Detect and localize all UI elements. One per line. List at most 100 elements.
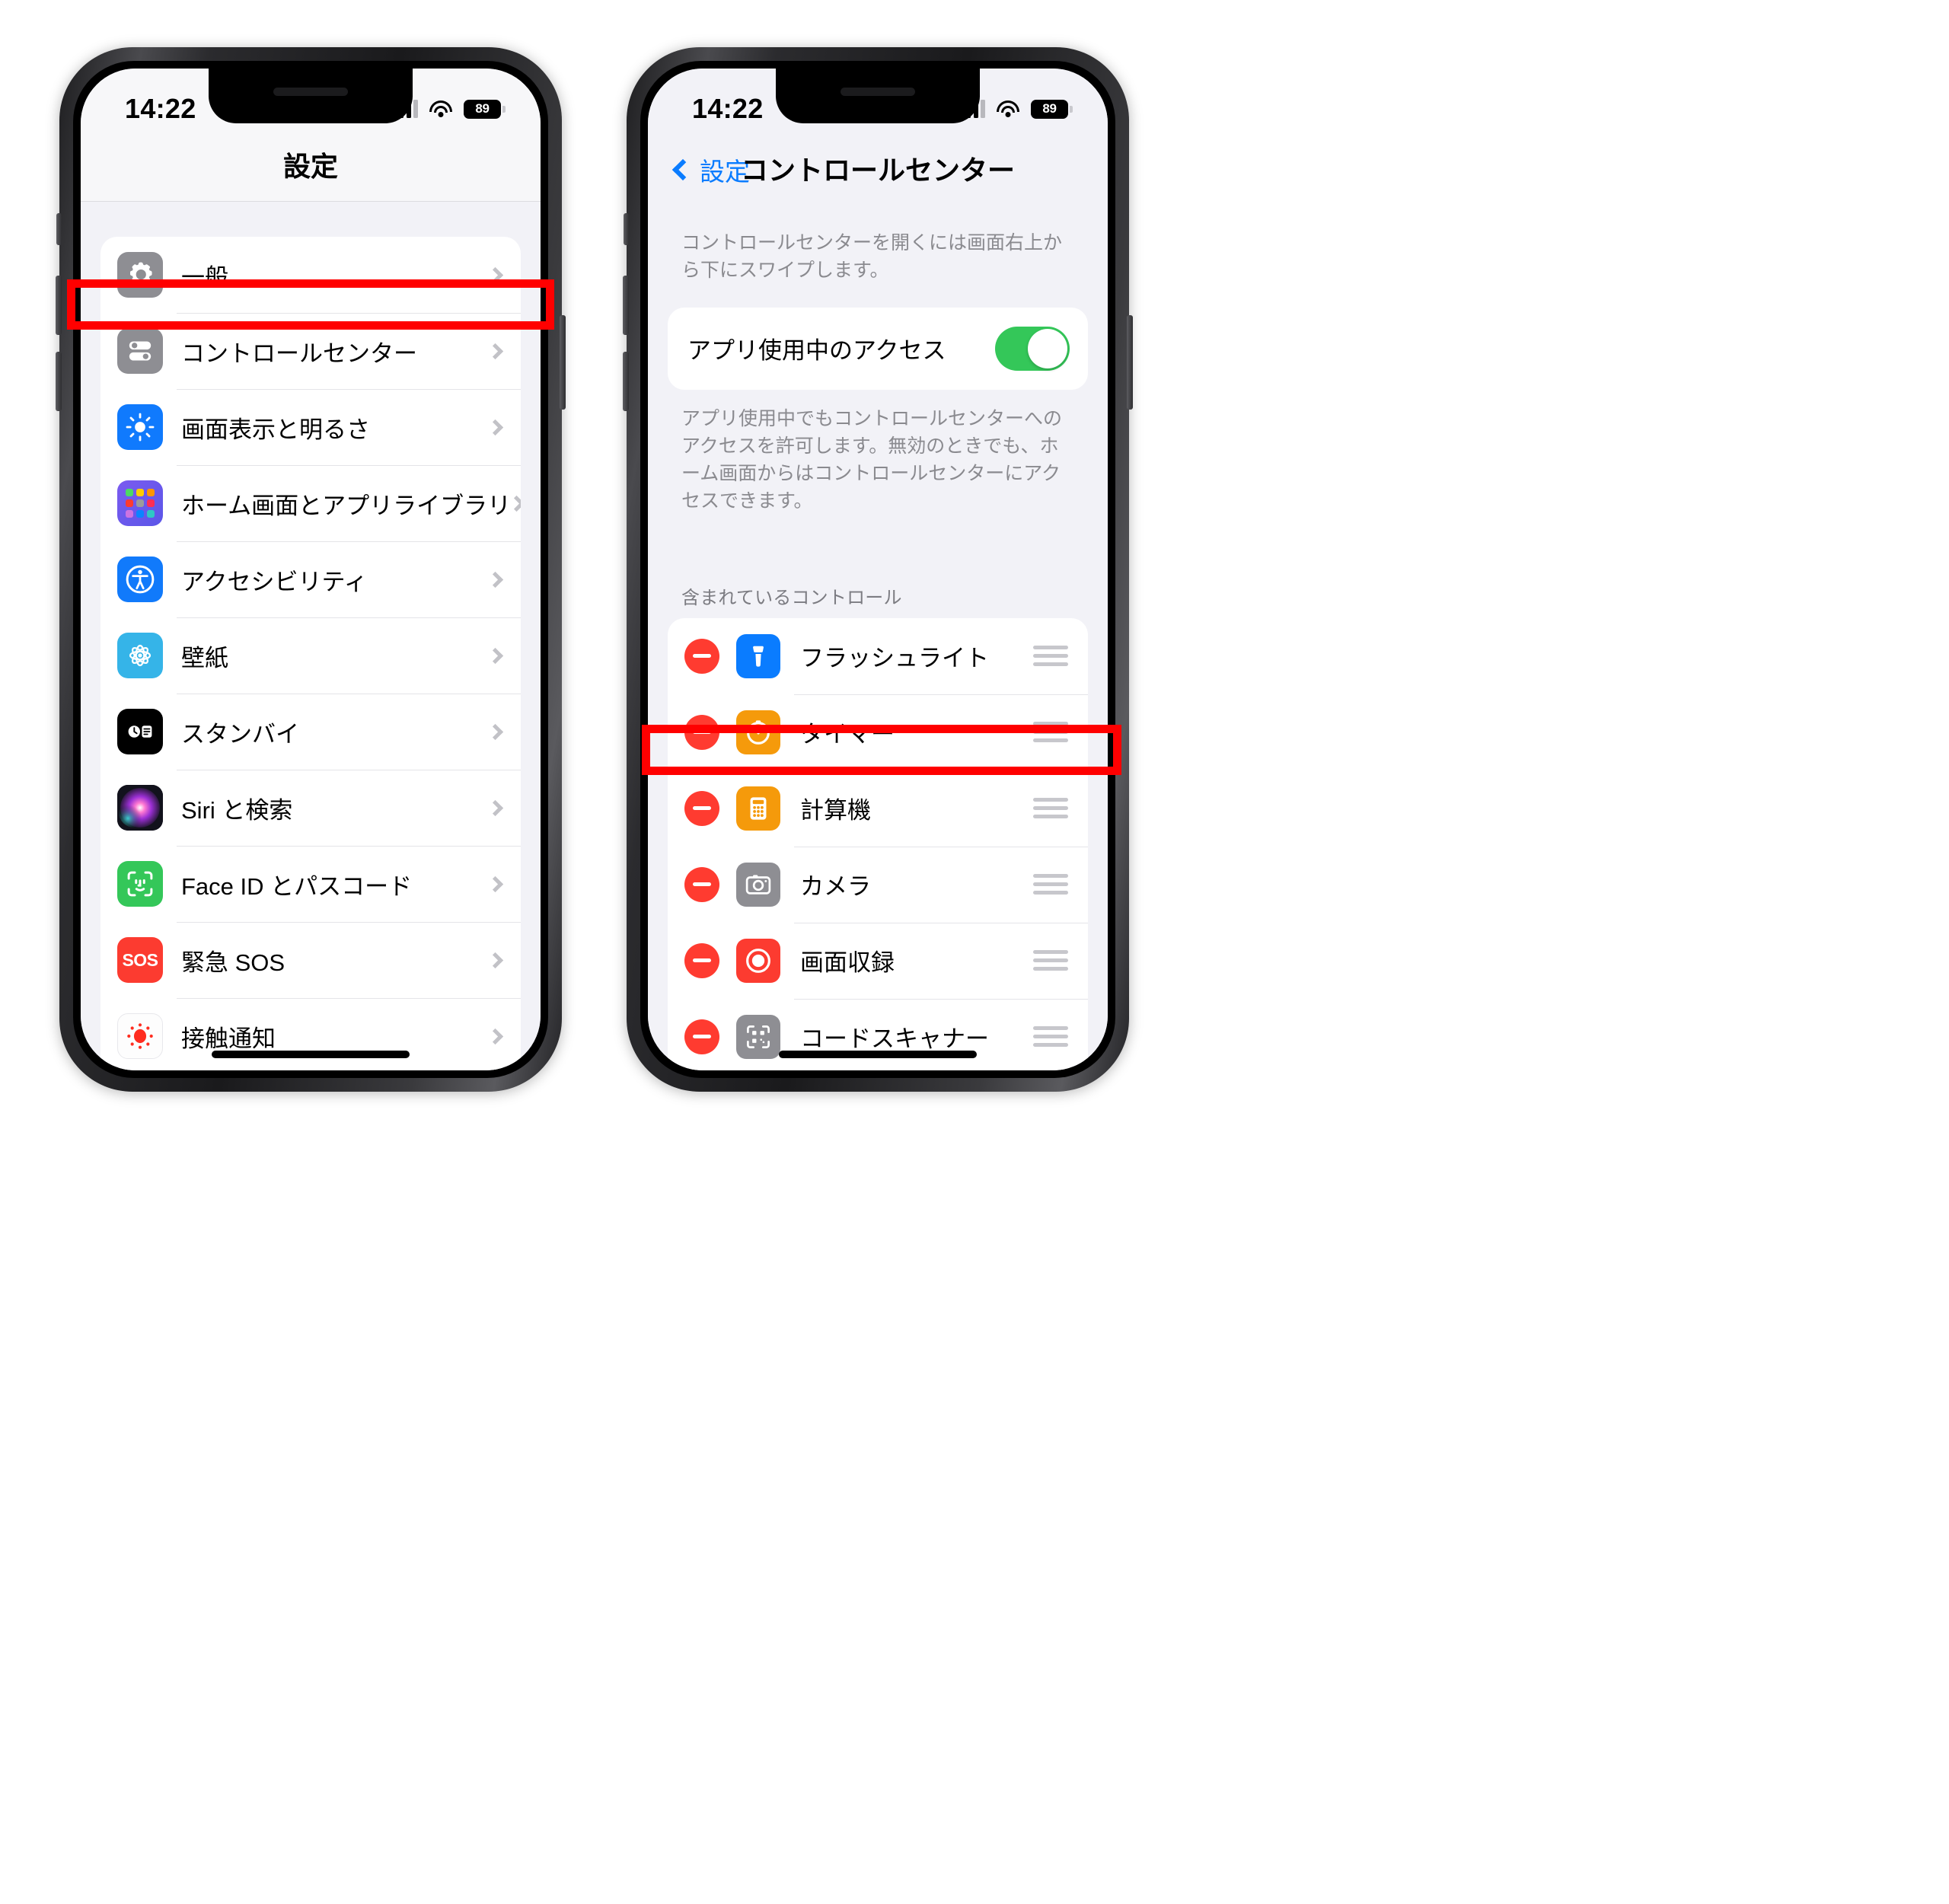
right-phone-screen: 14:22 89 設定 コントロールセンター コントロールセンターを開くには画面… <box>648 69 1108 1070</box>
remove-control-button[interactable] <box>684 638 719 674</box>
page-title: 設定 <box>282 151 338 182</box>
reorder-handle-icon[interactable] <box>1033 641 1068 671</box>
control-row-timer[interactable]: タイマー <box>668 694 1088 770</box>
control-label: コードスキャナー <box>800 1025 989 1052</box>
included-controls-group: フラッシュライト タイマー 計算機 カメラ 画面収録 コードスキャナー <box>668 617 1088 1071</box>
timer-icon <box>736 710 780 754</box>
access-toggle-group: アプリ使用中のアクセス <box>668 307 1088 390</box>
reorder-handle-icon[interactable] <box>1033 869 1068 899</box>
chevron-right-icon <box>486 571 504 588</box>
wifi-icon <box>429 100 452 118</box>
control-row-calculator[interactable]: 計算機 <box>668 770 1088 847</box>
control-row-screen-recording[interactable]: 画面収録 <box>668 922 1088 999</box>
control-row-flashlight[interactable]: フラッシュライト <box>668 618 1088 694</box>
control-center-scroll-area[interactable]: コントロールセンターを開くには画面右上から下にスワイプします。 アプリ使用中のア… <box>648 202 1108 1070</box>
brightness-icon <box>117 404 163 450</box>
access-in-apps-row[interactable]: アプリ使用中のアクセス <box>668 308 1088 390</box>
chevron-right-icon <box>486 799 504 816</box>
screen-recording-icon <box>736 938 780 983</box>
sidebar-item-label: 壁紙 <box>181 644 228 671</box>
right-iphone-mockup: 14:22 89 設定 コントロールセンター コントロールセンターを開くには画面… <box>623 47 1133 1092</box>
chevron-right-icon <box>486 647 504 664</box>
wallpaper-icon <box>117 633 163 678</box>
sidebar-item-label: コントロールセンター <box>181 340 417 367</box>
reorder-handle-icon[interactable] <box>1033 1022 1068 1051</box>
left-phone-bezel: 14:22 89 設定 一般 コントロールセンター 画面表示と明るさ ホーム画面… <box>73 61 548 1078</box>
siri-icon <box>117 785 163 831</box>
sidebar-item-accessibility[interactable]: アクセシビリティ <box>100 541 521 617</box>
face-id-icon <box>117 861 163 907</box>
sidebar-item-display-brightness[interactable]: 画面表示と明るさ <box>100 389 521 465</box>
sidebar-item-label: 緊急 SOS <box>181 949 285 976</box>
sos-icon: SOS <box>117 937 163 983</box>
volume-up-button[interactable] <box>56 276 62 335</box>
sidebar-item-exposure-notifications[interactable]: 接触通知 <box>100 998 521 1070</box>
control-label: 画面収録 <box>800 949 895 976</box>
home-indicator <box>779 1051 977 1058</box>
earpiece-speaker <box>841 88 915 96</box>
sidebar-item-label: スタンバイ <box>181 720 299 748</box>
access-in-apps-label: アプリ使用中のアクセス <box>687 337 946 364</box>
control-label: 計算機 <box>800 797 871 824</box>
remove-control-button[interactable] <box>684 1019 719 1054</box>
settings-scroll-area[interactable]: 一般 コントロールセンター 画面表示と明るさ ホーム画面とアプリライブラリ アク… <box>81 202 541 1070</box>
control-center-icon <box>117 328 163 374</box>
notch <box>209 69 413 123</box>
notch <box>776 69 980 123</box>
chevron-right-icon <box>486 266 504 283</box>
sidebar-item-standby[interactable]: スタンバイ <box>100 694 521 770</box>
accessibility-icon <box>117 557 163 602</box>
volume-up-button[interactable] <box>623 276 629 335</box>
chevron-right-icon <box>486 875 504 892</box>
flashlight-icon <box>736 633 780 678</box>
mute-switch[interactable] <box>624 213 629 245</box>
chevron-right-icon <box>486 1028 504 1044</box>
sidebar-item-label: 一般 <box>181 263 228 291</box>
camera-icon <box>736 862 780 907</box>
screenshot-stage: 14:22 89 設定 一般 コントロールセンター 画面表示と明るさ ホーム画面… <box>0 0 1949 1904</box>
volume-down-button[interactable] <box>56 352 62 411</box>
calculator-icon <box>736 786 780 831</box>
left-phone-screen: 14:22 89 設定 一般 コントロールセンター 画面表示と明るさ ホーム画面… <box>81 69 541 1070</box>
battery-level: 89 <box>475 101 490 116</box>
battery-icon: 89 <box>464 99 506 119</box>
access-in-apps-note: アプリ使用中でもコントロールセンターへのアクセスを許可します。無効のときでも、ホ… <box>681 407 1063 512</box>
sidebar-item-control-center[interactable]: コントロールセンター <box>100 313 521 389</box>
page-title: コントロールセンター <box>740 155 1015 186</box>
exposure-notification-icon <box>117 1013 163 1059</box>
control-row-camera[interactable]: カメラ <box>668 846 1088 923</box>
sidebar-item-emergency-sos[interactable]: SOS 緊急 SOS <box>100 922 521 998</box>
sidebar-item-label: Siri と検索 <box>181 796 293 824</box>
home-screen-icon <box>117 480 163 526</box>
standby-icon <box>117 709 163 754</box>
code-scanner-icon <box>736 1014 780 1059</box>
reorder-handle-icon[interactable] <box>1033 793 1068 823</box>
volume-down-button[interactable] <box>623 352 629 411</box>
control-row-code-scanner[interactable]: コードスキャナー <box>668 998 1088 1071</box>
gear-icon <box>117 252 163 298</box>
sidebar-item-general[interactable]: 一般 <box>100 237 521 313</box>
chevron-right-icon <box>486 419 504 435</box>
sidebar-item-home-screen[interactable]: ホーム画面とアプリライブラリ <box>100 465 521 541</box>
sidebar-item-wallpaper[interactable]: 壁紙 <box>100 617 521 694</box>
control-label: カメラ <box>800 873 871 900</box>
power-button[interactable] <box>1127 315 1133 410</box>
sidebar-item-face-id[interactable]: Face ID とパスコード <box>100 846 521 922</box>
reorder-handle-icon[interactable] <box>1033 946 1068 975</box>
chevron-right-icon <box>486 343 504 359</box>
sidebar-item-siri-search[interactable]: Siri と検索 <box>100 770 521 846</box>
remove-control-button[interactable] <box>684 942 719 978</box>
sidebar-item-label: 画面表示と明るさ <box>181 416 370 443</box>
control-label: フラッシュライト <box>800 645 989 671</box>
remove-control-button[interactable] <box>684 714 719 750</box>
included-controls-header: 含まれているコントロール <box>681 587 902 608</box>
reorder-handle-icon[interactable] <box>1033 717 1068 747</box>
access-in-apps-toggle[interactable] <box>995 326 1070 371</box>
mute-switch[interactable] <box>56 213 62 245</box>
remove-control-button[interactable] <box>684 866 719 902</box>
remove-control-button[interactable] <box>684 790 719 826</box>
control-label: タイマー <box>800 721 895 748</box>
wifi-icon <box>997 100 1019 118</box>
left-iphone-mockup: 14:22 89 設定 一般 コントロールセンター 画面表示と明るさ ホーム画面… <box>56 47 566 1092</box>
power-button[interactable] <box>560 315 566 410</box>
